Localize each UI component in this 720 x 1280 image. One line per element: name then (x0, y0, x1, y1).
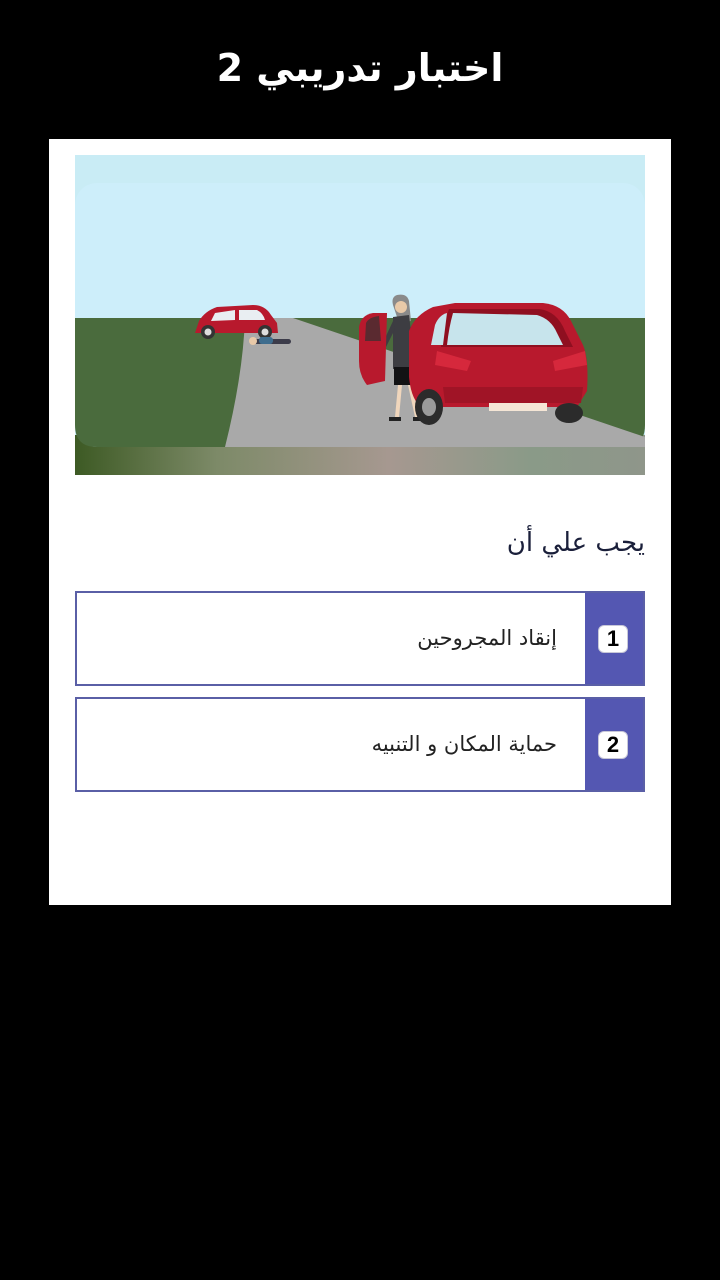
answer-option-1[interactable]: 1 إنقاد المجروحين (75, 591, 645, 686)
answer-option-2[interactable]: 2 حماية المكان و التنبيه (75, 697, 645, 792)
answer-options: 1 إنقاد المجروحين 2 حماية المكان و التنب… (75, 591, 645, 803)
question-text: يجب علي أن (506, 528, 645, 558)
page-title: اختبار تدريبي 2 (216, 46, 504, 90)
option-number-badge: 1 (598, 625, 628, 653)
option-label: حماية المكان و التنبيه (371, 732, 557, 756)
option-number-panel: 2 (585, 699, 643, 790)
option-number-badge: 2 (598, 731, 628, 759)
question-card: يجب علي أن 1 إنقاد المجروحين 2 حماية الم… (49, 139, 671, 905)
app-screen: اختبار تدريبي 2 يجب علي أن 1 إنقاد المجر… (0, 0, 720, 1280)
question-illustration (75, 155, 645, 475)
option-label: إنقاد المجروحين (417, 626, 557, 650)
option-number-panel: 1 (585, 593, 643, 684)
